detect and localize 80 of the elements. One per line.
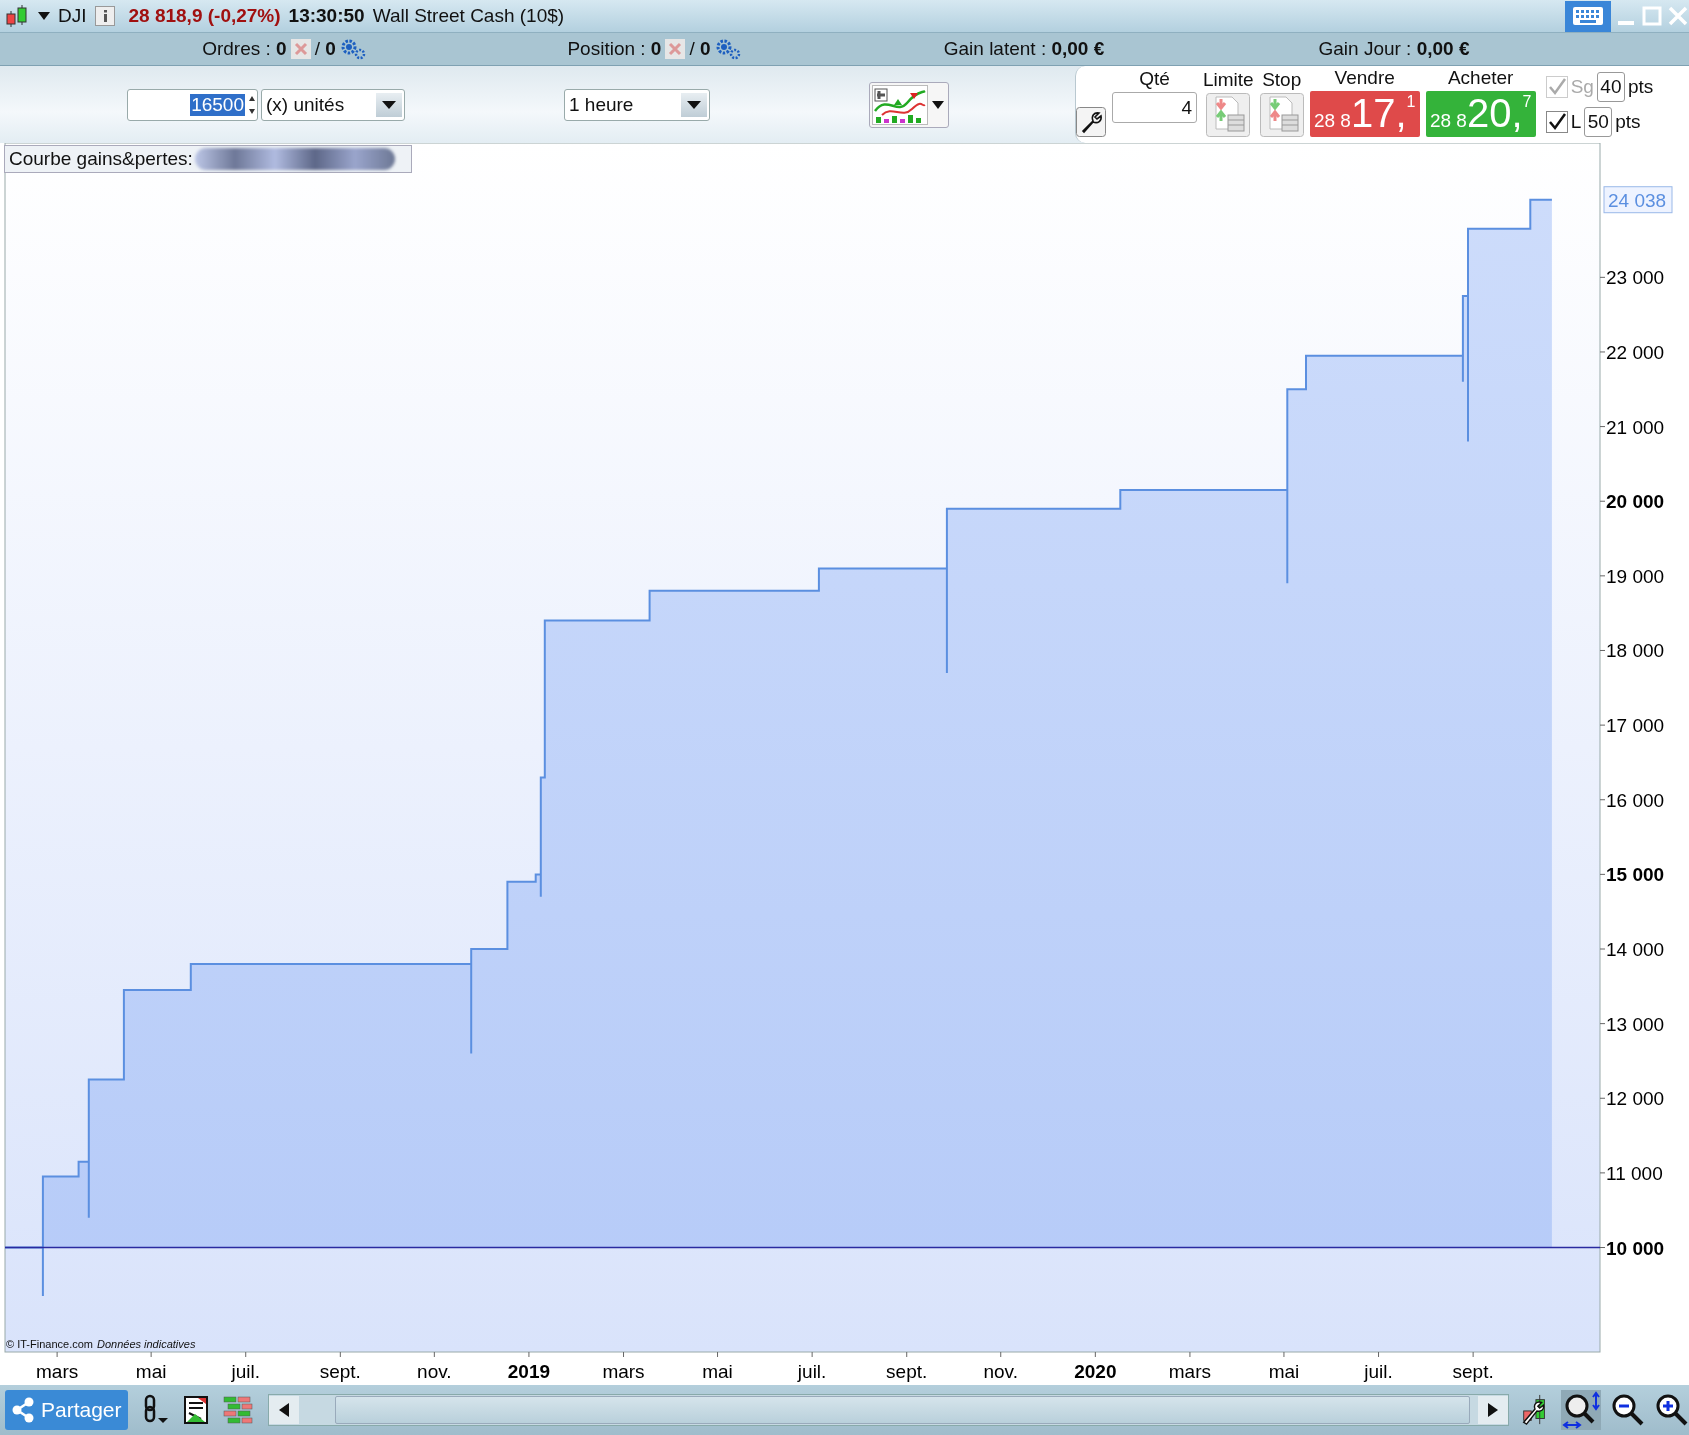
axis-label: 23 000 [1606,267,1665,289]
axis-label: 12 000 [1606,1088,1665,1110]
unit-dropdown[interactable]: (x) unités [261,88,405,121]
axis-label: 15 000 [1606,864,1665,886]
stop-label: Sg [1570,76,1594,98]
account-label: Ordres : 0 [202,38,287,60]
wrench-icon[interactable] [1076,107,1106,137]
axis-label: 21 000 [1606,416,1665,438]
quote-time: 13:30:50 [288,5,365,27]
caret-icon[interactable] [38,12,50,20]
keyboard-button[interactable] [1565,0,1611,32]
zoom-in-icon[interactable] [1655,1393,1689,1427]
axis-label: mai [1268,1361,1300,1382]
points-field[interactable]: 50 [1584,107,1613,137]
info-icon[interactable] [94,6,115,26]
keyboard-icon[interactable] [1573,7,1603,25]
zoom-out-icon[interactable] [1611,1393,1645,1427]
instrument-name: DJI [58,5,87,27]
axis-label: juil. [231,1361,260,1382]
axis-label: 18 000 [1606,640,1665,662]
quantity-field[interactable]: 16500 [127,88,258,121]
price-marker: 24 038 [1603,186,1673,214]
trade-label: Acheter [1447,67,1514,89]
axis-label: 13 000 [1606,1013,1665,1035]
axis-label: sept. [1452,1361,1494,1382]
account-count: / 0 [314,38,336,60]
trade-label: Vendre [1334,67,1395,89]
axis-label: 10 000 [1606,1237,1665,1259]
checkbox[interactable] [1545,111,1568,133]
axis-label: 11 000 [1606,1162,1663,1184]
axis-label: 2019 [507,1361,551,1382]
right-arrow-icon[interactable] [1488,1403,1498,1417]
share-button[interactable]: Partager [5,1390,128,1430]
dropdown-arrow-icon[interactable] [687,100,701,109]
axis-label: 17 000 [1606,715,1665,737]
zoom-fit-icon[interactable] [1561,1390,1601,1430]
left-arrow-icon[interactable] [278,1403,289,1417]
axis-label: nov. [983,1361,1018,1382]
unit-label: pts [1615,111,1641,133]
price-change: 28 818,9 (-0,27%) [128,5,281,27]
axis-label: 16 000 [1606,789,1665,811]
scrollbar[interactable] [267,1394,1509,1426]
axis-label: nov. [417,1361,452,1382]
axis-label: sept. [886,1361,928,1382]
account-label: Gain Jour : 0,00 € [1318,38,1470,60]
qty-field[interactable]: 4 [1112,92,1197,123]
stop-label: L [1570,111,1582,133]
axis-label: mars [1168,1361,1212,1382]
chart-title: Courbe gains&pertes: [9,148,193,170]
instrument-title: Wall Street Cash (10$) [372,5,565,27]
data-credit: © IT-Finance.com Données indicatives [6,1338,196,1350]
axis-label: 19 000 [1606,565,1665,587]
axis-label: 2020 [1074,1361,1117,1382]
account-label: Gain latent : 0,00 € [943,38,1105,60]
dropdown-arrow-icon[interactable] [382,100,396,109]
axis-label: sept. [319,1361,361,1382]
chart-icon[interactable] [872,84,928,125]
account-label: Position : 0 [567,38,662,60]
period-dropdown[interactable]: 1 heure [564,88,710,121]
axis-label: mars [36,1361,79,1382]
account-count: / 0 [689,38,711,60]
share-icon[interactable] [11,1397,35,1423]
candlestick-icon[interactable] [4,3,30,29]
stop-label: Stop [1262,69,1302,91]
caret-icon[interactable] [932,100,944,109]
axis-label: juil. [797,1361,827,1382]
axis-label: mai [702,1361,733,1382]
qty-label: Qté [1139,68,1170,90]
unit-label: pts [1627,76,1654,98]
axis-label: juil. [1364,1361,1393,1382]
limit-label: Limite [1203,69,1254,91]
axis-label: mars [602,1361,645,1382]
gears-icon[interactable] [714,38,741,60]
chart-type-button[interactable] [869,81,949,128]
gears-icon[interactable] [339,38,366,60]
axis-label: 14 000 [1606,939,1665,960]
axis-label: mai [135,1361,167,1382]
axis-label: 20 000 [1606,491,1665,513]
axis-label: 22 000 [1606,341,1665,363]
scrollbar-thumb[interactable] [334,1396,1470,1424]
